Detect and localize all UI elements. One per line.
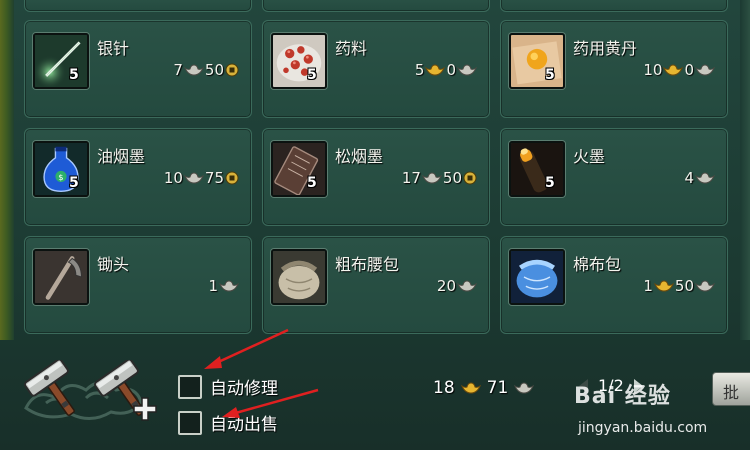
silver-ingot-icon (457, 64, 477, 76)
item-slot[interactable]: 锄头 1 (24, 236, 252, 334)
item-price: 7 50 (173, 61, 239, 79)
silver-needle-icon[interactable] (33, 33, 89, 89)
item-quantity: 5 (307, 67, 317, 83)
price-amount: 0 (684, 61, 694, 79)
player-money: 18 71 (433, 378, 535, 398)
item-slot-partial (262, 0, 490, 12)
silver-ingot-icon (514, 382, 535, 394)
world-edge-right (740, 0, 750, 340)
item-slot-partial (500, 0, 728, 12)
price-amount: 10 (643, 61, 663, 79)
silver-ingot-icon (183, 64, 204, 76)
price-amount: 20 (436, 277, 456, 295)
item-price: 4 (684, 169, 715, 187)
item-quantity: 5 (545, 67, 555, 83)
side-action-button[interactable]: 批 (712, 372, 750, 406)
item-slot[interactable]: 5 药用黄丹 10 0 (500, 20, 728, 118)
item-quantity: 5 (545, 175, 555, 191)
item-name: 松烟墨 (335, 147, 384, 166)
item-quantity: 5 (69, 67, 79, 83)
price-amount: 7 (173, 61, 183, 79)
watermark-url: jingyan.baidu.com (578, 420, 708, 436)
item-name: 银针 (97, 39, 130, 58)
watermark: Bai 经验 (574, 384, 671, 409)
cloth-pouch-icon[interactable] (271, 249, 327, 305)
gold-amount: 18 (433, 378, 455, 398)
fire-ink-icon[interactable] (509, 141, 565, 197)
price-amount: 5 (414, 61, 425, 79)
copper-coin-icon (463, 171, 477, 185)
price-amount: 17 (401, 169, 421, 187)
item-slot[interactable]: 棉布包 1 50 (500, 236, 728, 334)
price-amount: 50 (442, 169, 462, 187)
gold-ingot-icon (460, 382, 481, 394)
gold-ingot-icon (653, 280, 674, 292)
ink-bottle-icon[interactable]: $ (33, 141, 89, 197)
silver-ingot-icon (695, 280, 715, 292)
price-amount: 50 (674, 277, 694, 295)
item-price: 50 (415, 61, 477, 79)
annotation-arrow (222, 388, 319, 418)
item-price: 1 (208, 277, 239, 295)
hoe-icon[interactable] (33, 249, 89, 305)
item-slot[interactable]: 粗布腰包 20 (262, 236, 490, 334)
price-amount: 75 (204, 169, 224, 187)
copper-coin-icon (225, 171, 239, 185)
silver-amount: 71 (486, 378, 509, 398)
silver-ingot-icon (421, 172, 442, 184)
item-price: 1 50 (643, 277, 715, 295)
item-name: 火墨 (573, 147, 606, 166)
cotton-bag-icon[interactable] (509, 249, 565, 305)
silver-ingot-icon (695, 172, 715, 184)
hammer-icon[interactable] (22, 360, 92, 422)
item-slot[interactable]: 5 药料 5 0 (262, 20, 490, 118)
gold-ingot-icon (425, 64, 446, 76)
item-price: 10 0 (643, 61, 715, 79)
item-price: 20 (437, 277, 477, 295)
item-name: 油烟墨 (97, 147, 146, 166)
price-amount: 1 (208, 277, 218, 295)
medicine-pills-icon[interactable] (271, 33, 327, 89)
item-slot[interactable]: $5 油烟墨 10 75 (24, 128, 252, 226)
item-price: 17 50 (402, 169, 477, 187)
world-edge-left (0, 0, 14, 340)
item-slot-partial (24, 0, 252, 12)
auto-sell-checkbox[interactable] (178, 410, 202, 435)
gold-ingot-icon (663, 64, 684, 76)
silver-ingot-icon (183, 172, 204, 184)
price-amount: 0 (446, 61, 456, 79)
price-amount: 4 (684, 169, 694, 187)
item-name: 锄头 (97, 255, 130, 274)
item-name: 粗布腰包 (335, 255, 400, 274)
item-slot[interactable]: 5 银针 7 50 (24, 20, 252, 118)
silver-ingot-icon (695, 64, 715, 76)
price-amount: 1 (643, 277, 653, 295)
copper-coin-icon (225, 63, 239, 77)
hammer-plus-icon[interactable] (92, 360, 162, 422)
yellow-powder-icon[interactable] (509, 33, 565, 89)
item-quantity: 5 (69, 175, 79, 191)
item-name: 药用黄丹 (573, 39, 638, 58)
ink-stick-icon[interactable] (271, 141, 327, 197)
auto-repair-checkbox[interactable] (178, 374, 202, 399)
item-quantity: 5 (307, 175, 317, 191)
svg-text:$: $ (58, 172, 63, 182)
item-name: 棉布包 (573, 255, 622, 274)
item-slot[interactable]: 5 火墨 4 (500, 128, 728, 226)
item-name: 药料 (335, 39, 368, 58)
silver-ingot-icon (219, 280, 239, 292)
price-amount: 10 (163, 169, 183, 187)
item-price: 10 75 (164, 169, 239, 187)
item-slot[interactable]: 5 松烟墨 17 50 (262, 128, 490, 226)
silver-ingot-icon (457, 280, 477, 292)
annotation-arrow (204, 328, 289, 369)
price-amount: 50 (204, 61, 224, 79)
